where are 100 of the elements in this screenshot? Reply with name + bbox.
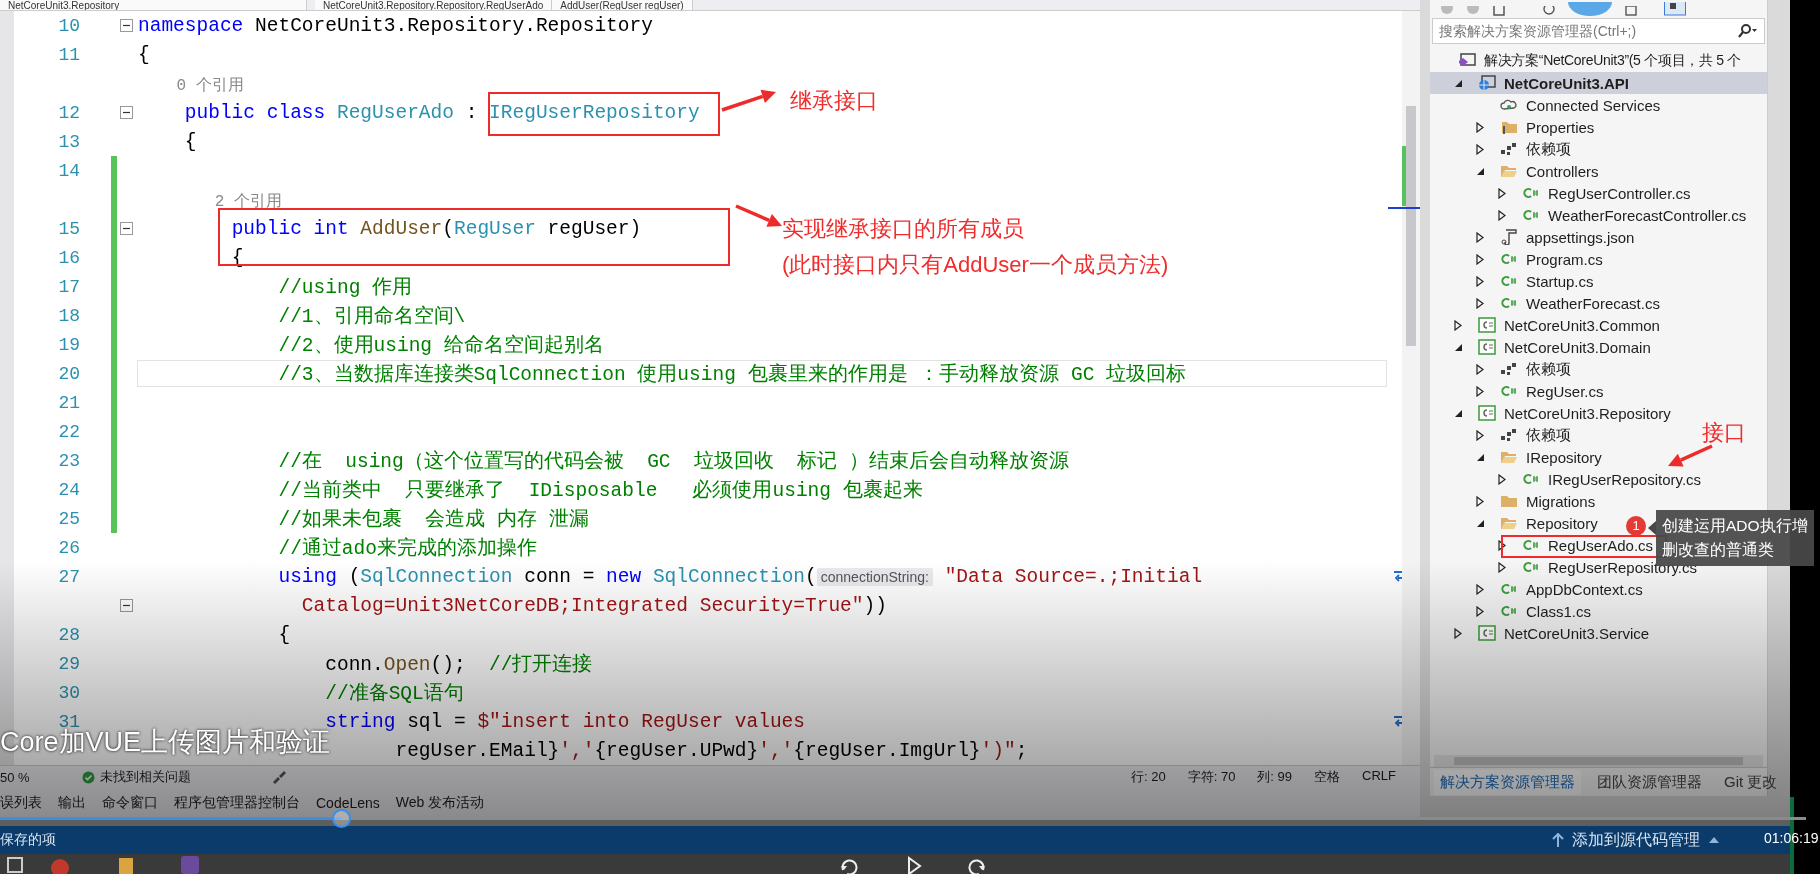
collapsed-arrow-icon[interactable] [1476,143,1484,155]
code-line: //3、当数据库连接类SqlConnection 使用using 包裹里来的作用是 ：手动释放资源 GC 垃圾回标 [278,362,1187,387]
progress-handle[interactable] [332,809,352,828]
collapsed-arrow-icon[interactable] [1476,297,1484,309]
collapse-icon[interactable] [120,599,133,612]
line-number: 23 [57,450,80,471]
tool-window-tab[interactable]: Web 发布活动 [395,794,485,812]
collapsed-arrow-icon[interactable] [1476,495,1484,507]
code-line: //当前类中 只要继承了 IDisposable 必须使用using 包裹起来 [278,478,923,503]
tree-item[interactable]: NetCoreUnit3.Service [1430,622,1654,644]
collapsed-arrow-icon[interactable] [1476,121,1484,133]
cursor-position[interactable]: CRLF [1362,768,1396,786]
expanded-arrow-icon[interactable] [1475,452,1485,462]
tree-item[interactable]: 依赖项 [1430,138,1575,160]
csharp-file-icon [1522,207,1540,223]
cursor-position[interactable]: 字符: 70 [1187,768,1236,786]
expanded-arrow-icon[interactable] [1453,342,1463,352]
line-number: 28 [57,624,80,645]
collapsed-arrow-icon[interactable] [1476,429,1484,441]
scroll-icon [1500,229,1518,245]
tool-window-tab[interactable]: CodeLens [316,795,380,811]
collapsed-arrow-icon[interactable] [1476,385,1484,397]
collapsed-arrow-icon[interactable] [1498,473,1506,485]
grid-icon[interactable] [6,854,26,874]
cursor-position[interactable]: 行: 20 [1131,768,1166,786]
sync-icon[interactable] [1664,2,1686,16]
line-number: 29 [57,653,80,674]
reference-count[interactable]: 2 个引用 [138,191,282,212]
collapse-icon[interactable] [120,222,133,235]
tree-item[interactable]: Properties [1430,116,1599,138]
tree-item[interactable]: NetCoreUnit3.Repository [1430,402,1675,424]
expanded-arrow-icon[interactable] [1475,166,1485,176]
callout-text: 继承接口 [790,87,878,115]
tool-window-tab[interactable]: 命令窗口 [102,794,158,812]
tree-item[interactable]: Migrations [1430,490,1600,512]
csharp-file-icon [1500,603,1518,619]
reference-count[interactable]: 0 个引用 [138,75,244,96]
panel-tab[interactable]: 团队资源管理器 [1591,769,1708,795]
tree-item[interactable]: Connected Services [1430,94,1665,116]
collapsed-arrow-icon[interactable] [1476,231,1484,243]
zoom-level[interactable]: 50 % [0,769,30,785]
collapse-icon[interactable] [120,106,133,119]
expanded-arrow-icon[interactable] [1453,78,1463,88]
tree-item[interactable]: NetCoreUnit3.API [1430,72,1767,94]
collapsed-arrow-icon[interactable] [1476,605,1484,617]
tree-item[interactable]: NetCoreUnit3.Domain [1430,336,1655,358]
collapsed-arrow-icon[interactable] [1498,561,1506,573]
caret-icon [1708,836,1720,844]
tree-item[interactable]: 依赖项 [1430,358,1575,380]
tree-item[interactable]: NetCoreUnit3.Common [1430,314,1664,336]
csharp-file-icon [1522,185,1540,201]
tree-item[interactable]: 解决方案“NetCoreUnit3”(5 个项目，共 5 个 [1430,50,1746,72]
copy-icon[interactable] [1624,6,1638,16]
code-line: //准备SQL语句 [325,681,464,706]
tree-item[interactable]: WeatherForecast.cs [1430,292,1664,314]
panel-tab[interactable]: Git 更改 [1718,769,1784,795]
collapsed-arrow-icon[interactable] [1476,583,1484,595]
collapsed-arrow-icon[interactable] [1476,275,1484,287]
collapsed-arrow-icon[interactable] [1498,539,1506,551]
collapse-icon[interactable] [120,19,133,32]
issues-status[interactable]: 未找到相关问题 [99,768,191,786]
tree-item[interactable]: Program.cs [1430,248,1607,270]
tree-item[interactable]: RegUserAdo.cs [1430,534,1658,556]
tree-item[interactable]: RegUserController.cs [1430,182,1695,204]
cursor-position[interactable]: 空格 [1314,768,1341,786]
collapsed-arrow-icon[interactable] [1476,253,1484,265]
tree-item[interactable]: 依赖项 [1430,424,1575,446]
tree-item[interactable]: Controllers [1430,160,1603,182]
scrollbar[interactable] [1434,755,1763,767]
source-control-button[interactable]: 添加到源代码管理 [1572,829,1700,851]
tree-item[interactable]: Repository [1430,512,1602,534]
expanded-arrow-icon[interactable] [1453,408,1463,418]
panel-tab[interactable]: 解决方案资源管理器 [1434,769,1581,795]
tool-window-tab[interactable]: 程序包管理器控制台 [174,794,300,812]
tool-window-tab[interactable]: 输出 [58,794,86,812]
tree-item[interactable]: Startup.cs [1430,270,1598,292]
collapsed-arrow-icon[interactable] [1498,209,1506,221]
tool-window-tab[interactable]: 误列表 [0,794,42,812]
csharp-file-icon [1500,383,1518,399]
tree-item[interactable]: IRepository [1430,446,1606,468]
collapsed-arrow-icon[interactable] [1498,187,1506,199]
history-icon[interactable] [1542,6,1556,16]
tree-item[interactable]: RegUser.cs [1430,380,1608,402]
cloud-icon [1500,97,1518,113]
project-icon [1478,625,1496,641]
expanded-arrow-icon[interactable] [1475,518,1485,528]
code-line: //如果未包裹 会造成 内存 泄漏 [278,507,589,532]
cursor-position[interactable]: 列: 99 [1257,768,1293,786]
tree-item[interactable]: WeatherForecastController.cs [1430,204,1751,226]
tree-item[interactable]: Class1.cs [1430,600,1596,622]
collapsed-arrow-icon[interactable] [1454,627,1462,639]
code-line: //通过ado来完成的添加操作 [278,536,537,561]
search-field[interactable]: 搜索解决方案资源管理器(Ctrl+;) [1432,18,1765,44]
scroll-thumb[interactable] [1406,106,1416,346]
tree-item[interactable]: appsettings.json [1430,226,1639,248]
search-icon[interactable] [1736,24,1758,38]
tree-item[interactable]: IRegUserRepository.cs [1430,468,1706,490]
tree-item[interactable]: AppDbContext.cs [1430,578,1647,600]
collapsed-arrow-icon[interactable] [1476,363,1484,375]
collapsed-arrow-icon[interactable] [1454,319,1462,331]
